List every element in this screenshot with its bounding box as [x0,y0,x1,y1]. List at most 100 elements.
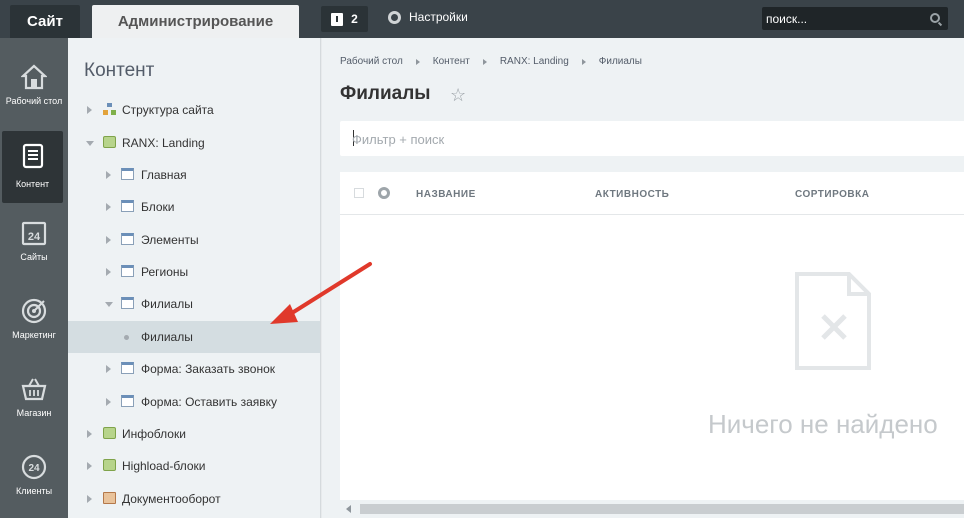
menu-item-shop[interactable]: Магазин [0,364,68,436]
breadcrumb-ranx-landing[interactable]: RANX: Landing [500,56,569,67]
tree-item-label: Филиалы [141,297,193,311]
highload-icon [103,459,116,471]
menu-item-sites[interactable]: 24 Сайты [0,208,68,280]
filter-search-input[interactable] [352,129,752,149]
menu-label-shop: Магазин [16,408,52,418]
scrollbar-thumb[interactable] [360,504,964,514]
tree-item-elements[interactable]: Элементы [68,224,320,256]
basket-icon [21,378,47,401]
tree-item-label: Главная [141,168,187,182]
tree-item-label: RANX: Landing [122,136,205,150]
main-area: Рабочий стол Контент RANX: Landing Филиа… [322,38,964,518]
grid-header: НАЗВАНИЕ АКТИВНОСТЬ СОРТИРОВКА [340,172,964,215]
horizontal-scrollbar[interactable] [340,500,964,518]
collapse-arrow-icon[interactable] [86,141,94,146]
iblock-icon [121,233,134,245]
tree-item-label: Структура сайта [122,103,214,117]
iblock-type-icon [103,136,116,148]
clients-24-icon: 24 [21,454,47,480]
expand-arrow-icon[interactable] [106,398,111,406]
search-input[interactable] [766,9,926,28]
notification-icon [331,12,344,26]
structure-icon [103,103,116,115]
menu-label-content: Контент [15,179,50,189]
favorite-star-icon[interactable]: ☆ [450,85,466,106]
scroll-left-arrow-icon[interactable] [346,505,351,513]
search-box [762,7,948,30]
tree-item-label: Highload-блоки [122,459,206,473]
tree-item-ranx-landing[interactable]: RANX: Landing [68,127,320,159]
data-grid: НАЗВАНИЕ АКТИВНОСТЬ СОРТИРОВКА Ничего не… [340,172,964,518]
menu-item-clients[interactable]: 24 Клиенты [0,442,68,514]
menu-label-clients: Клиенты [15,486,53,496]
tree-item-label: Элементы [141,233,199,247]
expand-arrow-icon[interactable] [106,268,111,276]
tree-item-label: Филиалы [141,330,193,344]
expand-arrow-icon[interactable] [106,365,111,373]
expand-arrow-icon[interactable] [87,430,92,438]
site-tab[interactable]: Сайт [10,5,80,38]
admin-tab[interactable]: Администрирование [92,5,299,38]
breadcrumb-branches[interactable]: Филиалы [599,56,642,67]
expand-arrow-icon[interactable] [87,495,92,503]
expand-arrow-icon[interactable] [106,236,111,244]
top-bar: Сайт Администрирование 2 Настройки [0,0,964,38]
breadcrumb-separator-icon [581,58,586,65]
menu-label-marketing: Маркетинг [12,330,56,340]
gear-icon [388,10,401,24]
column-header-active[interactable]: АКТИВНОСТЬ [595,189,669,200]
bullet-icon [124,335,129,340]
tree-item-label: Регионы [141,265,189,279]
column-header-sort[interactable]: СОРТИРОВКА [795,189,869,200]
tree-item-site-structure[interactable]: Структура сайта [68,94,320,126]
tree-item-label: Инфоблоки [122,427,186,441]
workflow-icon [103,492,116,504]
menu-label-desktop: Рабочий стол [5,96,63,106]
tree-item-main[interactable]: Главная [68,159,320,191]
tree-item-highload[interactable]: Highload-блоки [68,450,320,482]
tree-item-label: Форма: Оставить заявку [141,395,278,409]
calendar-24-icon: 24 [21,221,47,246]
expand-arrow-icon[interactable] [106,171,111,179]
collapse-arrow-icon[interactable] [105,302,113,307]
annotation-arrow-icon [270,262,372,324]
menu-item-content[interactable]: Контент [2,131,63,203]
breadcrumb-desktop[interactable]: Рабочий стол [340,56,403,67]
tree-item-form-request[interactable]: Форма: Оставить заявку [68,386,320,418]
expand-arrow-icon[interactable] [87,462,92,470]
empty-state-text: Ничего не найдено [708,409,938,439]
search-icon[interactable] [930,13,940,23]
iblock-icon [121,200,134,212]
breadcrumb-separator-icon [482,58,487,65]
breadcrumb: Рабочий стол Контент RANX: Landing Филиа… [340,56,642,67]
left-menu: Рабочий стол Контент 24 Сайты Маркетинг [0,38,68,518]
iblock-icon [121,297,134,309]
notifications-button[interactable]: 2 [321,6,368,32]
tree-item-infoblocks[interactable]: Инфоблоки [68,418,320,450]
breadcrumb-content[interactable]: Контент [433,56,470,67]
notifications-count: 2 [351,12,358,26]
target-icon [21,298,47,324]
breadcrumb-separator-icon [415,58,420,65]
tree-item-label: Блоки [141,200,175,214]
iblock-icon [121,168,134,180]
menu-item-desktop[interactable]: Рабочий стол [0,52,68,124]
column-header-name[interactable]: НАЗВАНИЕ [416,189,476,200]
expand-arrow-icon[interactable] [87,106,92,114]
select-all-checkbox[interactable] [354,188,364,198]
svg-text:24: 24 [28,463,40,474]
home-icon [21,64,47,90]
menu-item-marketing[interactable]: Маркетинг [0,286,68,358]
expand-arrow-icon[interactable] [106,203,111,211]
settings-label: Настройки [409,10,468,24]
iblock-icon [121,362,134,374]
tree-item-label: Документооборот [122,492,221,506]
grid-settings-gear-icon[interactable] [378,187,390,199]
tree-item-blocks[interactable]: Блоки [68,191,320,223]
tree-title: Контент [84,60,155,81]
settings-button[interactable]: Настройки [388,10,468,24]
tree-item-form-callback[interactable]: Форма: Заказать звонок [68,353,320,385]
tree-item-workflow[interactable]: Документооборот [68,483,320,515]
empty-document-icon [795,272,871,370]
infoblocks-icon [103,427,116,439]
